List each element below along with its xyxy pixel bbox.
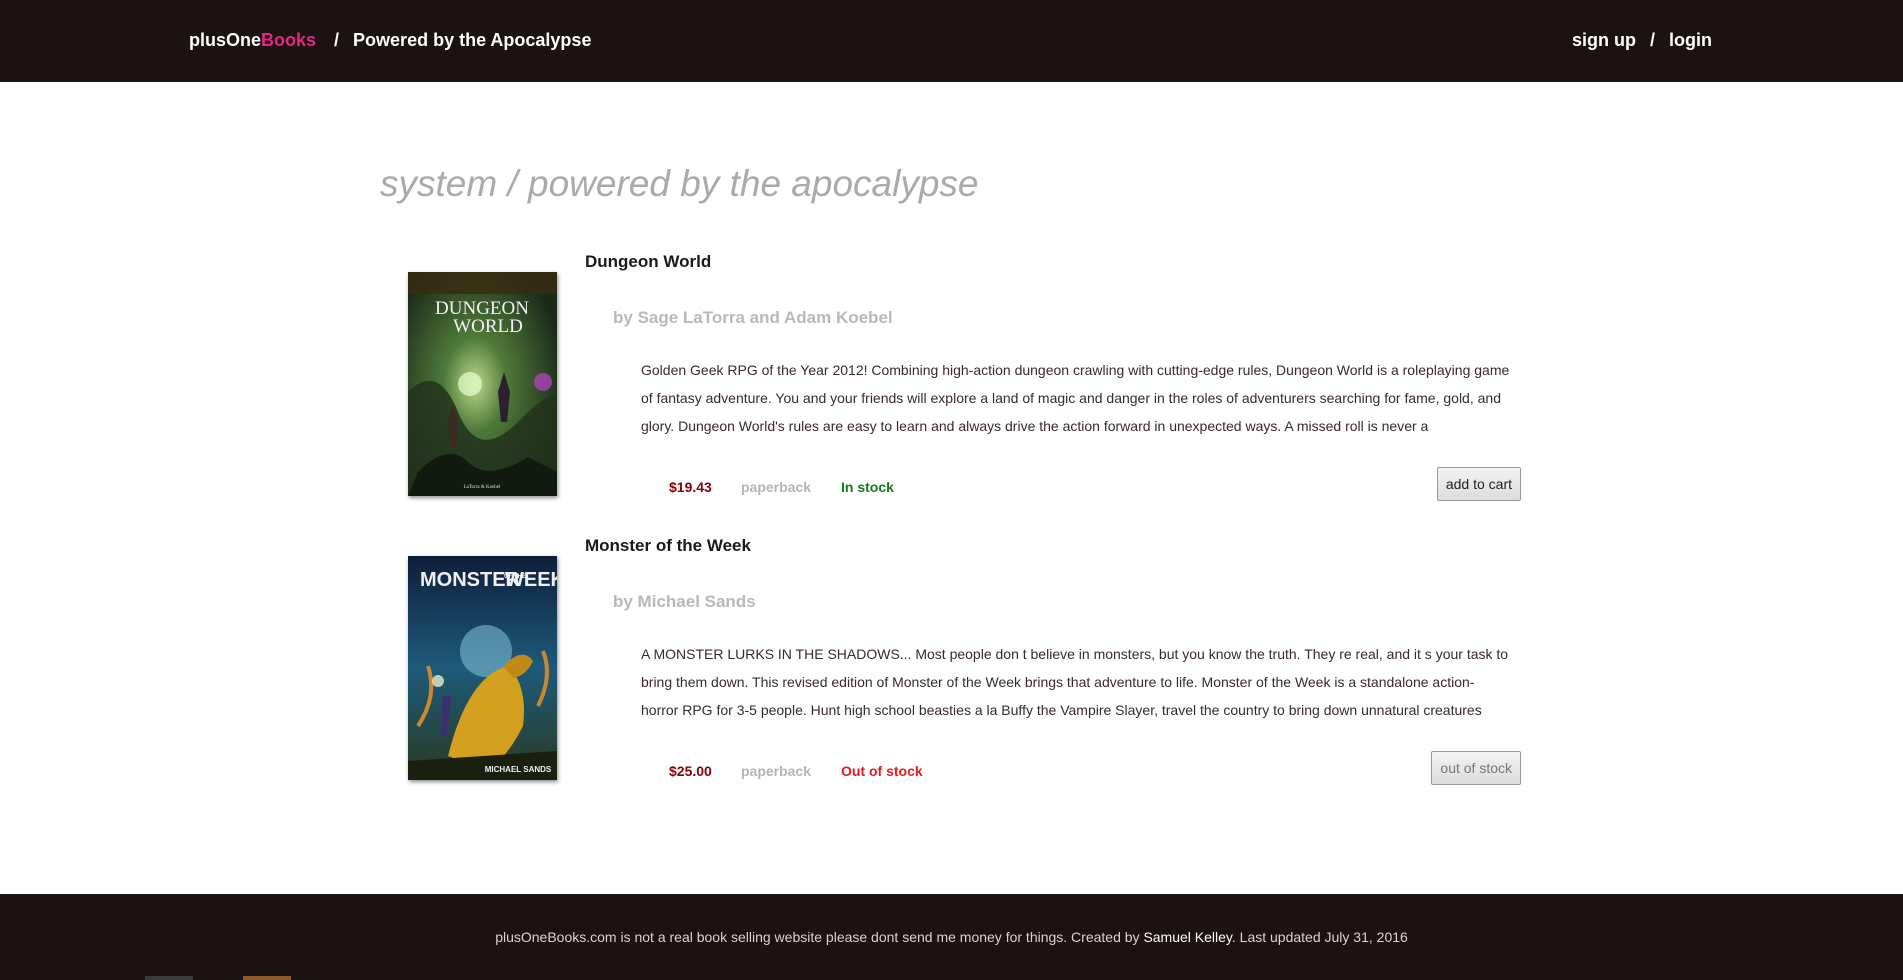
site-logo-link[interactable]: plusOneBooks <box>189 30 316 50</box>
footer-swatch-dark <box>145 976 193 980</box>
book-cover-image[interactable]: MONSTER OF THE WEEK MICHAEL SANDS <box>408 556 557 780</box>
book-format: paperback <box>741 479 812 495</box>
out-of-stock-button[interactable]: out of stock <box>1431 751 1521 785</box>
book-cover-image[interactable]: DUNGEON WORLD LaTorra & Koebel <box>408 272 557 496</box>
add-to-cart-button[interactable]: add to cart <box>1436 467 1521 501</box>
book-description: A MONSTER LURKS IN THE SHADOWS... Most p… <box>641 646 1509 718</box>
svg-text:WEEK: WEEK <box>505 569 557 591</box>
book-price: $19.43 <box>669 479 712 495</box>
brand-name-part1: plusOne <box>189 30 262 50</box>
author-link[interactable]: Samuel Kelley <box>1143 929 1231 945</box>
login-link[interactable]: login <box>1669 30 1712 50</box>
book-listing: DUNGEON WORLD LaTorra & Koebel Dungeon W… <box>0 252 1903 522</box>
book-listing: MONSTER OF THE WEEK MICHAEL SANDS Monste… <box>0 536 1903 806</box>
stock-status: In stock <box>841 479 894 495</box>
auth-separator: / <box>1649 30 1655 50</box>
breadcrumb-separator: / <box>334 30 340 50</box>
book-title[interactable]: Dungeon World <box>585 252 711 272</box>
book-author: by Sage LaTorra and Adam Koebel <box>613 308 893 327</box>
svg-text:WORLD: WORLD <box>453 316 523 337</box>
page-title: system / powered by the apocalypse <box>380 163 979 204</box>
signup-link[interactable]: sign up <box>1572 30 1636 50</box>
top-navbar: plusOneBooks / Powered by the Apocalypse s… <box>0 0 1903 82</box>
breadcrumb-current-page[interactable]: Powered by the Apocalypse <box>353 30 591 50</box>
svg-text:LaTorra & Koebel: LaTorra & Koebel <box>464 485 501 490</box>
svg-text:MICHAEL SANDS: MICHAEL SANDS <box>485 765 552 774</box>
stock-status: Out of stock <box>841 763 923 779</box>
page-footer: plusOneBooks.com is not a real book sell… <box>0 894 1903 980</box>
dungeon-world-cover-icon: DUNGEON WORLD LaTorra & Koebel <box>408 272 557 496</box>
book-format: paperback <box>741 763 812 779</box>
book-title[interactable]: Monster of the Week <box>585 536 751 556</box>
footer-updated: . Last updated July 31, 2016 <box>1231 929 1408 945</box>
book-price: $25.00 <box>669 763 712 779</box>
book-description: Golden Geek RPG of the Year 2012! Combin… <box>641 362 1510 434</box>
book-author: by Michael Sands <box>613 592 756 611</box>
auth-links: sign up / login <box>1572 30 1712 51</box>
footer-text: plusOneBooks.com is not a real book sell… <box>0 929 1903 945</box>
brand-name-part2: Books <box>261 30 317 50</box>
breadcrumb: plusOneBooks / Powered by the Apocalypse <box>189 30 591 51</box>
footer-disclaimer: plusOneBooks.com is not a real book sell… <box>495 929 1144 945</box>
monster-of-the-week-cover-icon: MONSTER OF THE WEEK MICHAEL SANDS <box>408 556 557 780</box>
footer-swatch-brown <box>243 976 291 980</box>
